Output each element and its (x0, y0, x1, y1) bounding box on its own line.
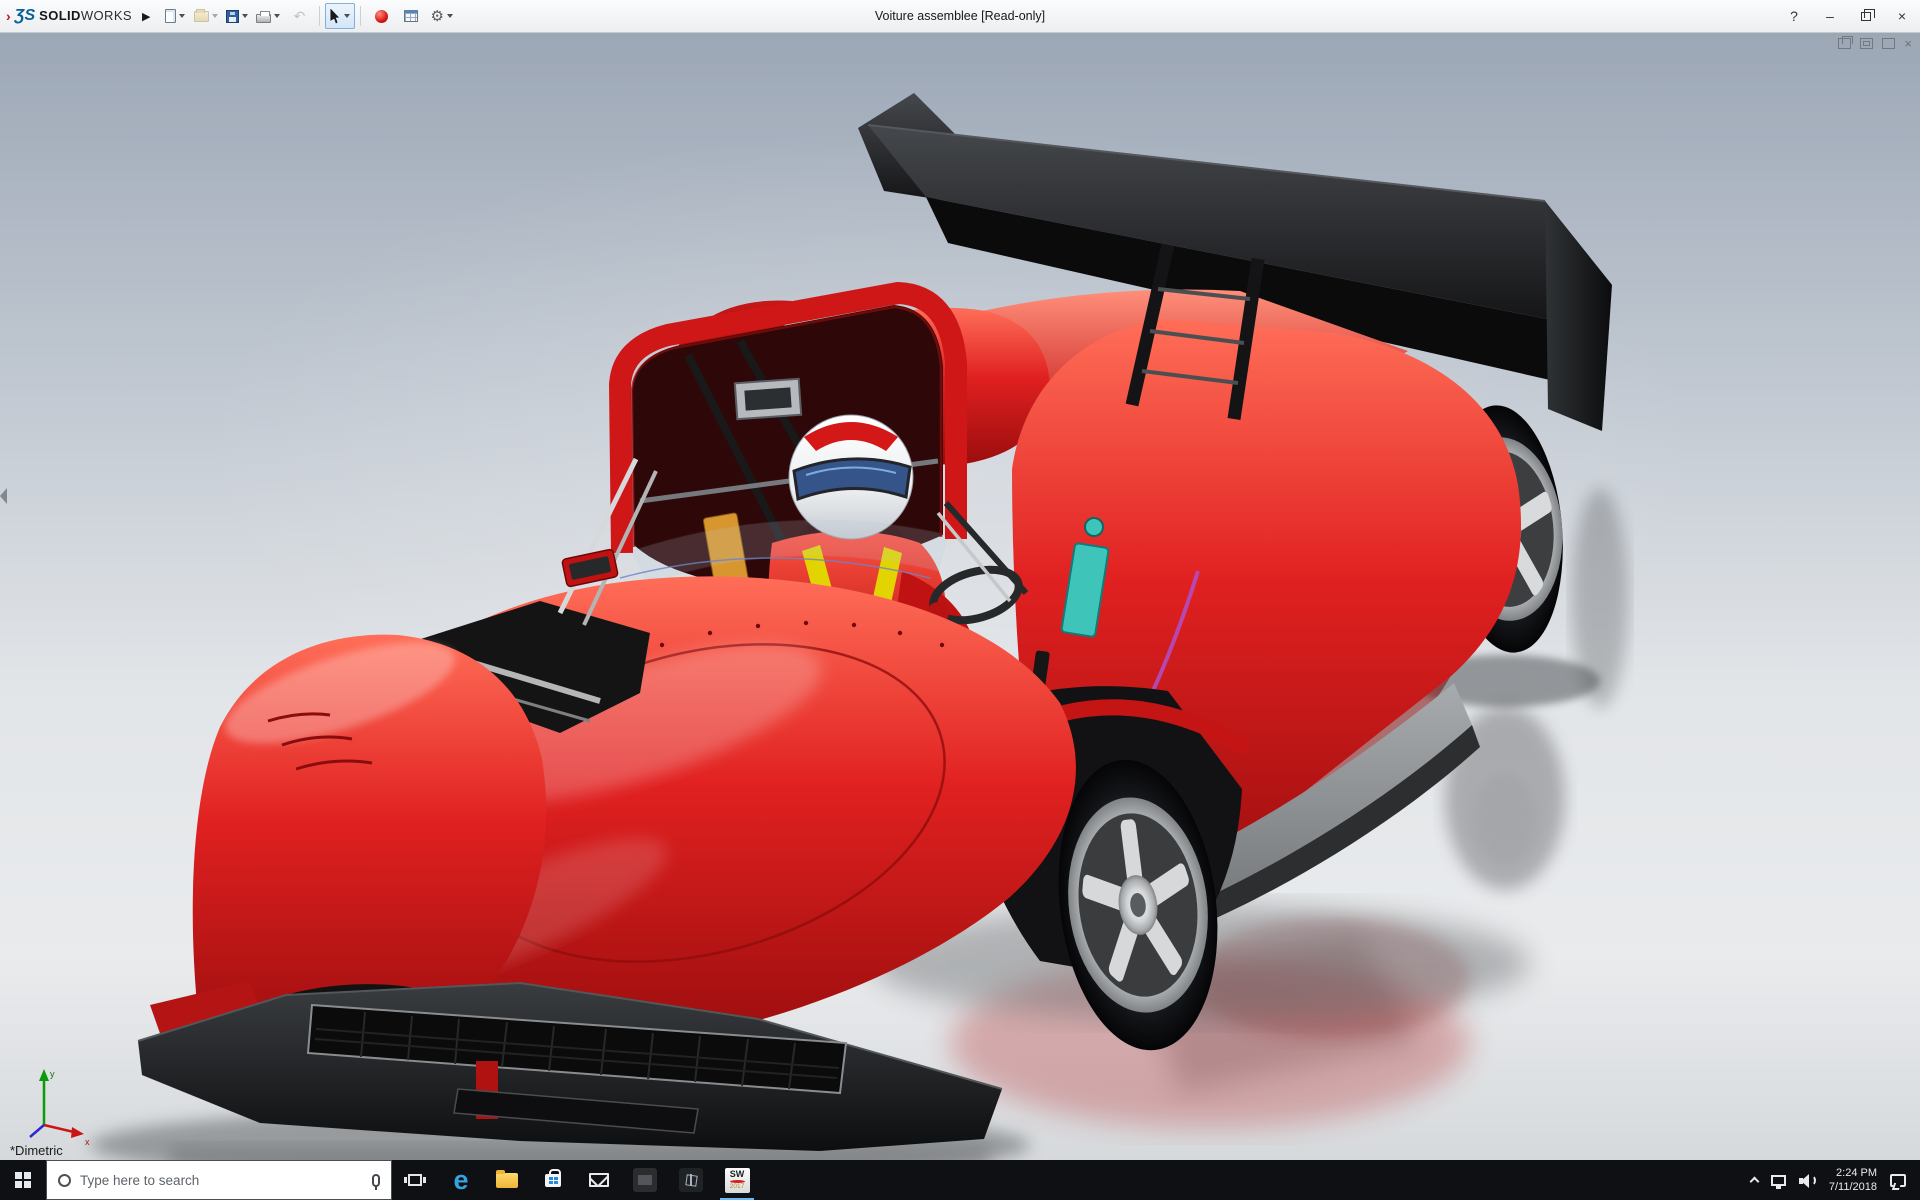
select-cursor-icon (330, 8, 340, 24)
help-button[interactable]: ? (1776, 0, 1812, 32)
task-view-icon (404, 1174, 426, 1186)
microphone-icon[interactable] (372, 1173, 380, 1187)
tray-time: 2:24 PM (1836, 1167, 1877, 1179)
action-center-icon[interactable] (1890, 1173, 1906, 1187)
hidden-icons-chevron[interactable] (1749, 1176, 1760, 1187)
open-folder-icon (194, 8, 210, 22)
design-table-icon (404, 10, 419, 22)
new-document-button[interactable] (160, 3, 190, 29)
viewport-close-icon[interactable]: × (1904, 37, 1912, 50)
select-tool-button[interactable] (325, 3, 356, 29)
3d-viewport[interactable]: y x *Dimetric × (0, 33, 1920, 1189)
options-button[interactable]: ⚙ (426, 3, 456, 29)
taskbar: e SW 2017 2:24 PM 7/11/2018 (0, 1160, 1920, 1200)
solidworks-logo: › ƷS SOLIDWORKS (6, 7, 132, 24)
menu-flyout-arrow[interactable]: ▶ (140, 10, 160, 23)
dropdown-caret-icon (179, 14, 186, 18)
file-explorer-button[interactable] (484, 1160, 530, 1200)
task-view-button[interactable] (392, 1160, 438, 1200)
system-tray: 2:24 PM 7/11/2018 (1749, 1160, 1920, 1200)
dropdown-caret-icon (212, 14, 219, 18)
dropdown-caret-icon (446, 14, 453, 18)
y-axis-label: y (50, 1069, 55, 1079)
undo-arrow-icon: ↶ (293, 8, 306, 24)
close-button[interactable]: × (1884, 0, 1920, 32)
appearance-sphere-icon (374, 9, 388, 23)
x-axis-label: x (85, 1137, 90, 1147)
dropdown-caret-icon (242, 14, 249, 18)
toolbar-separator (319, 6, 321, 26)
solidworks-app-button[interactable]: SW 2017 (714, 1160, 760, 1200)
toolbar-separator (360, 6, 362, 26)
mail-button[interactable] (576, 1160, 622, 1200)
viewport-cascade-icon[interactable] (1838, 36, 1854, 49)
media-tile-icon (633, 1168, 657, 1192)
cube-tile-icon (679, 1168, 703, 1192)
windows-logo-icon (15, 1172, 31, 1188)
edge-icon: e (453, 1164, 469, 1195)
dark-app-button[interactable] (622, 1160, 668, 1200)
compass-logo-icon: › (6, 8, 11, 24)
document-window-controls: × (1838, 36, 1912, 50)
view-orientation-label: *Dimetric (10, 1143, 63, 1158)
gear-icon: ⚙ (430, 7, 444, 25)
edge-browser-button[interactable]: e (438, 1160, 484, 1200)
model-canvas[interactable]: y x *Dimetric (0, 33, 1920, 1189)
search-input[interactable] (80, 1172, 363, 1188)
taskbar-search-box[interactable] (46, 1160, 392, 1200)
network-icon[interactable] (1770, 1174, 1786, 1189)
store-bag-icon (545, 1168, 561, 1187)
appearance-button[interactable] (366, 3, 396, 29)
restore-icon (1861, 8, 1875, 21)
save-floppy-icon (226, 9, 240, 23)
3ds-logo-icon: ƷS (14, 7, 36, 24)
volume-icon[interactable] (1798, 1173, 1816, 1188)
design-table-button[interactable] (396, 3, 426, 29)
taskbar-clock[interactable]: 2:24 PM 7/11/2018 (1829, 1166, 1877, 1194)
dropdown-caret-icon (274, 14, 281, 18)
brand-name: SOLID (39, 8, 81, 23)
viewer-app-button[interactable] (668, 1160, 714, 1200)
mail-envelope-icon (589, 1173, 609, 1187)
folder-icon (496, 1169, 518, 1188)
restore-button[interactable] (1848, 0, 1884, 32)
save-button[interactable] (222, 3, 252, 29)
collapse-panel-arrow[interactable] (0, 488, 7, 504)
solidworks-icon: SW 2017 (724, 1167, 750, 1193)
print-button[interactable] (252, 3, 284, 29)
start-button[interactable] (0, 1160, 46, 1200)
tray-date: 7/11/2018 (1828, 1181, 1877, 1193)
search-icon (58, 1173, 71, 1187)
dropdown-caret-icon (344, 14, 351, 18)
rearview-mirror (733, 377, 803, 421)
minimize-button[interactable]: – (1812, 0, 1848, 32)
viewport-tile-icon[interactable] (1860, 38, 1874, 49)
viewport-restore-icon[interactable] (1882, 38, 1896, 49)
new-document-icon (165, 9, 177, 23)
store-button[interactable] (530, 1160, 576, 1200)
undo-button[interactable]: ↶ (284, 3, 314, 29)
open-button[interactable] (190, 3, 222, 29)
printer-icon (256, 10, 272, 23)
titlebar: › ƷS SOLIDWORKS ▶ ↶ ⚙ Voiture assemblee … (0, 0, 1920, 33)
